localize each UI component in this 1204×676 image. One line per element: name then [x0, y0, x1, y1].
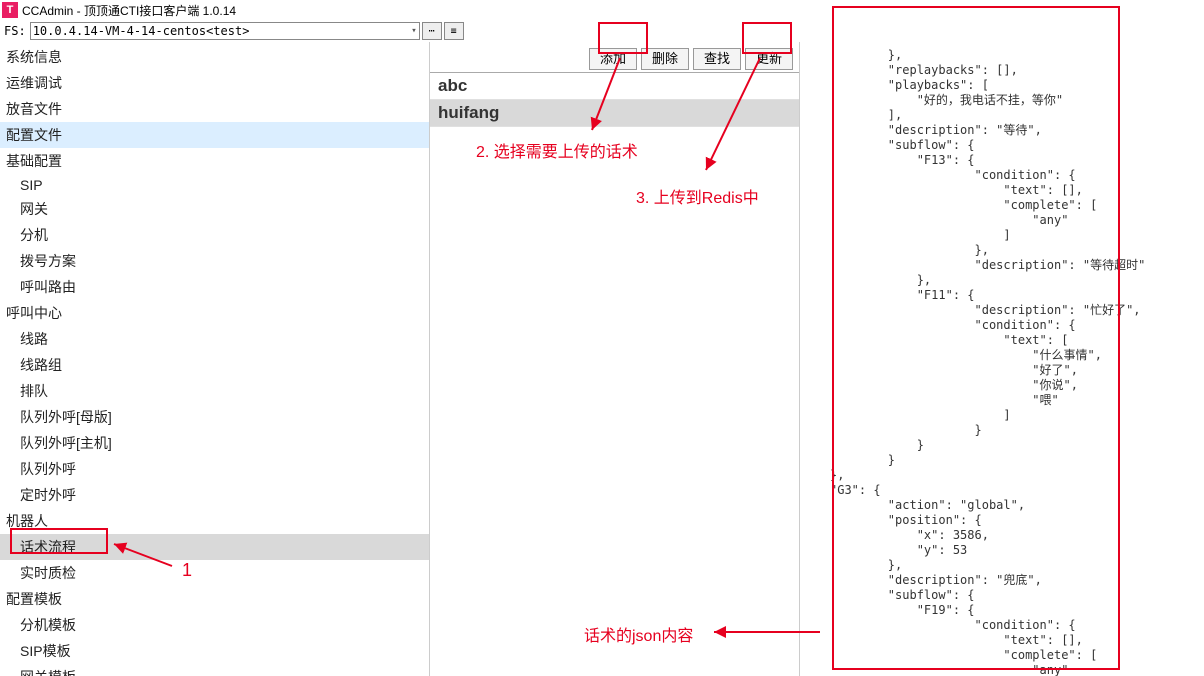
tree-item[interactable]: 配置文件: [0, 122, 429, 148]
middle-column: 添加 删除 查找 更新 abchuifang: [430, 42, 800, 676]
tree-item[interactable]: 实时质检: [0, 560, 429, 586]
tree-item[interactable]: 队列外呼[母版]: [0, 404, 429, 430]
tree-item[interactable]: 运维调试: [0, 70, 429, 96]
json-view[interactable]: }, "replaybacks": [], "playbacks": [ "好的…: [800, 42, 1204, 676]
tree-item[interactable]: 基础配置: [0, 148, 429, 174]
tree-item[interactable]: 系统信息: [0, 44, 429, 70]
search-button[interactable]: 查找: [693, 48, 741, 70]
list-item[interactable]: huifang: [430, 100, 799, 127]
chevron-down-icon: ▾: [411, 26, 416, 36]
tree-item[interactable]: 分机模板: [0, 612, 429, 638]
script-list[interactable]: abchuifang: [430, 72, 799, 127]
tree-item[interactable]: 机器人: [0, 508, 429, 534]
tree-item[interactable]: 定时外呼: [0, 482, 429, 508]
toolbar-btn-2[interactable]: ≡: [444, 22, 464, 40]
tree-item[interactable]: 话术流程: [0, 534, 429, 560]
side-tree[interactable]: 系统信息运维调试放音文件配置文件基础配置SIP网关分机拨号方案呼叫路由呼叫中心线…: [0, 42, 430, 676]
action-bar: 添加 删除 查找 更新: [430, 42, 799, 72]
delete-button[interactable]: 删除: [641, 48, 689, 70]
tree-item[interactable]: SIP模板: [0, 638, 429, 664]
tree-item[interactable]: 线路组: [0, 352, 429, 378]
tree-item[interactable]: 拨号方案: [0, 248, 429, 274]
toolbar-btn-1[interactable]: ⋯: [422, 22, 442, 40]
tree-item[interactable]: 网关: [0, 196, 429, 222]
list-item[interactable]: abc: [430, 73, 799, 100]
fs-selected-value: 10.0.4.14-VM-4-14-centos<test>: [33, 24, 250, 38]
tree-item[interactable]: 网关模板: [0, 664, 429, 676]
main-area: 系统信息运维调试放音文件配置文件基础配置SIP网关分机拨号方案呼叫路由呼叫中心线…: [0, 42, 1204, 676]
fs-label: FS:: [4, 24, 26, 38]
tree-item[interactable]: 分机: [0, 222, 429, 248]
tree-item[interactable]: 排队: [0, 378, 429, 404]
toolbar: FS: 10.0.4.14-VM-4-14-centos<test> ▾ ⋯ ≡: [0, 20, 1204, 42]
tree-item[interactable]: 队列外呼: [0, 456, 429, 482]
tree-item[interactable]: 放音文件: [0, 96, 429, 122]
title-bar: T CCAdmin - 顶顶通CTI接口客户端 1.0.14: [0, 0, 1204, 20]
update-button[interactable]: 更新: [745, 48, 793, 70]
app-icon: T: [2, 2, 18, 18]
add-button[interactable]: 添加: [589, 48, 637, 70]
tree-item[interactable]: 线路: [0, 326, 429, 352]
tree-item[interactable]: 呼叫中心: [0, 300, 429, 326]
fs-select[interactable]: 10.0.4.14-VM-4-14-centos<test> ▾: [30, 22, 420, 40]
window-title: CCAdmin - 顶顶通CTI接口客户端 1.0.14: [22, 2, 236, 19]
tree-item[interactable]: SIP: [0, 174, 429, 196]
tree-item[interactable]: 配置模板: [0, 586, 429, 612]
tree-item[interactable]: 队列外呼[主机]: [0, 430, 429, 456]
tree-item[interactable]: 呼叫路由: [0, 274, 429, 300]
